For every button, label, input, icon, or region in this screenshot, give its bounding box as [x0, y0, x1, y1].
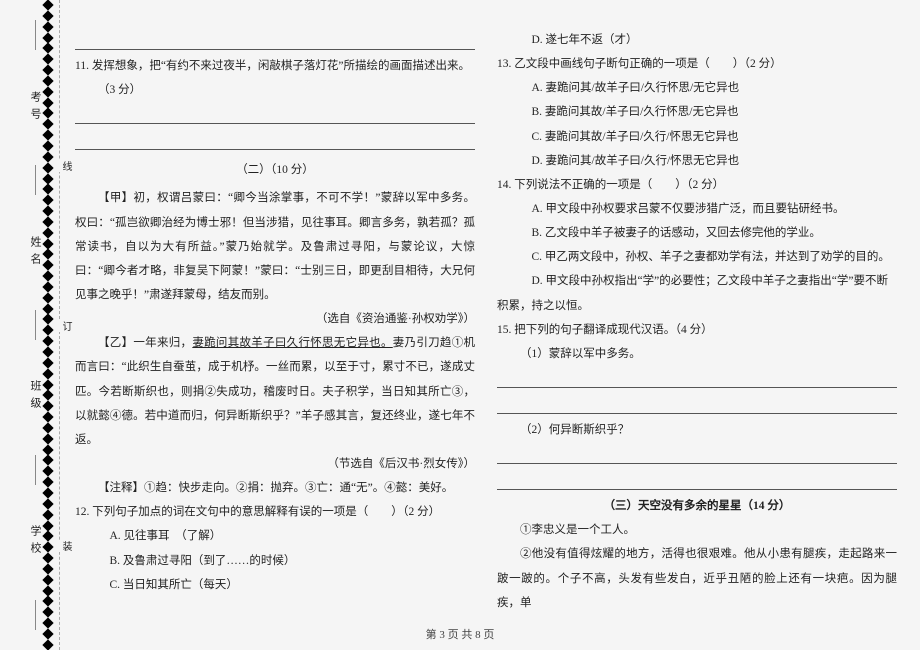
- passage-jia-label: 【甲】: [98, 192, 133, 204]
- binding-label-xingming: 姓名: [27, 236, 43, 270]
- section-2-title: （二）（10 分）: [75, 158, 475, 182]
- q11-text: 11. 发挥想象，把“有约不来过夜半，闲敲棋子落灯花”所描绘的画面描述出来。: [75, 54, 475, 78]
- binding-label-xuexiao: 学校: [27, 525, 43, 559]
- answer-line[interactable]: [75, 128, 475, 150]
- binding-margin: 考号 姓名 班级 学校: [25, 0, 45, 650]
- section-3-title: （三）天空没有多余的星星（14 分）: [497, 494, 897, 518]
- section-3-title-text: （三）天空没有多余的星星（14 分）: [604, 500, 791, 512]
- q14-option-b: B. 乙文段中羊子被妻子的话感动，又回去修完他的学业。: [497, 221, 897, 245]
- answer-line[interactable]: [497, 366, 897, 388]
- q15-sub2: （2）何异断斯织乎？: [497, 418, 897, 442]
- fold-marker-zhuang: 装: [58, 540, 73, 552]
- passage-jia-source: （选自《资治通鉴·孙权劝学》）: [75, 307, 475, 331]
- q13-option-c: C. 妻跪问其故/羊子曰/久行/怀思无它异也: [497, 125, 897, 149]
- q15-text: 15. 把下列的句子翻译成现代汉语。（4 分）: [497, 318, 897, 342]
- binding-underline: [35, 165, 36, 195]
- passage-jia: 【甲】初，权谓吕蒙曰：“卿今当涂掌事，不可不学！”蒙辞以军中多务。权曰：“孤岂欲…: [75, 186, 475, 307]
- notes-line: 【注释】①趋：快步走向。②捐：抛弃。③亡：通“无”。④懿：美好。: [75, 476, 475, 500]
- answer-line[interactable]: [75, 102, 475, 124]
- binding-label-kaohao: 考号: [27, 91, 43, 125]
- q13-option-a: A. 妻跪问其/故羊子曰/久行怀思/无它异也: [497, 76, 897, 100]
- right-column: D. 遂七年不返（才） 13. 乙文段中画线句子断句正确的一项是（ ）（2 分）…: [497, 28, 897, 615]
- answer-line[interactable]: [497, 442, 897, 464]
- fold-marker-ding: 订: [58, 320, 73, 332]
- notes-label: 【注释】: [98, 482, 144, 494]
- passage3-para2: ②他没有值得炫耀的地方，活得也很艰难。他从小患有腿疾，走起路来一跛一跛的。个子不…: [497, 542, 897, 614]
- q14-text: 14. 下列说法不正确的一项是（ ）（2 分）: [497, 173, 897, 197]
- q13-text: 13. 乙文段中画线句子断句正确的一项是（ ）（2 分）: [497, 52, 897, 76]
- q14-option-c: C. 甲乙两文段中，孙权、羊子之妻都劝学有法，并达到了劝学的目的。: [497, 245, 897, 269]
- left-column: 11. 发挥想象，把“有约不来过夜半，闲敲棋子落灯花”所描绘的画面描述出来。 （…: [75, 28, 475, 615]
- q12-option-b: B. 及鲁肃过寻阳（到了……的时候）: [75, 549, 475, 573]
- fold-marker-xian: 线: [58, 160, 73, 172]
- binding-label-banji: 班级: [27, 380, 43, 414]
- q14-option-a: A. 甲文段中孙权要求吕蒙不仅要涉猎广泛，而且要钻研经书。: [497, 197, 897, 221]
- passage-yi-text2: 妻乃引刀趋①机而言曰：“此织生自蚕茧，成于机杼。一丝而累，以至于寸，累寸不已，遂…: [75, 337, 475, 446]
- passage-yi-text1: 一年来归，: [133, 337, 192, 349]
- q15-sub1: （1）蒙辞以军中多务。: [497, 342, 897, 366]
- binding-underline: [35, 310, 36, 340]
- q12-option-a: A. 见往事耳 （了解）: [75, 524, 475, 548]
- answer-line[interactable]: [75, 28, 475, 50]
- passage-yi-underlined: 妻跪问其故羊子曰久行怀思无它异也。: [192, 337, 392, 349]
- q12-text: 12. 下列句子加点的词在文句中的意思解释有误的一项是（ ）（2 分）: [75, 500, 475, 524]
- binding-underline: [35, 20, 36, 50]
- passage-yi-label: 【乙】: [98, 337, 133, 349]
- passage-yi: 【乙】一年来归，妻跪问其故羊子曰久行怀思无它异也。妻乃引刀趋①机而言曰：“此织生…: [75, 331, 475, 452]
- notes-text: ①趋：快步走向。②捐：抛弃。③亡：通“无”。④懿：美好。: [144, 482, 453, 494]
- q12-option-d: D. 遂七年不返（才）: [497, 28, 897, 52]
- answer-line[interactable]: [497, 392, 897, 414]
- passage3-para1: ①李忠义是一个工人。: [497, 518, 897, 542]
- binding-underline: [35, 455, 36, 485]
- q11-score: （3 分）: [75, 78, 475, 102]
- q14-option-d: D. 甲文段中孙权指出“学”的必要性；乙文段中羊子之妻指出“学”要不断积累，持之…: [497, 269, 897, 317]
- q13-option-d: D. 妻跪问其/故羊子曰/久行/怀思无它异也: [497, 149, 897, 173]
- passage-jia-text: 初，权谓吕蒙曰：“卿今当涂掌事，不可不学！”蒙辞以军中多务。权曰：“孤岂欲卿治经…: [75, 192, 475, 301]
- page-footer: 第 3 页 共 8 页: [0, 626, 920, 642]
- answer-line[interactable]: [497, 468, 897, 490]
- q13-option-b: B. 妻跪问其故/羊子曰/久行怀思/无它异也: [497, 100, 897, 124]
- page-content: 11. 发挥想象，把“有约不来过夜半，闲敲棋子落灯花”所描绘的画面描述出来。 （…: [75, 28, 899, 615]
- passage-yi-source: （节选自《后汉书·烈女传》）: [75, 452, 475, 476]
- q12-option-c: C. 当日知其所亡（每天）: [75, 573, 475, 597]
